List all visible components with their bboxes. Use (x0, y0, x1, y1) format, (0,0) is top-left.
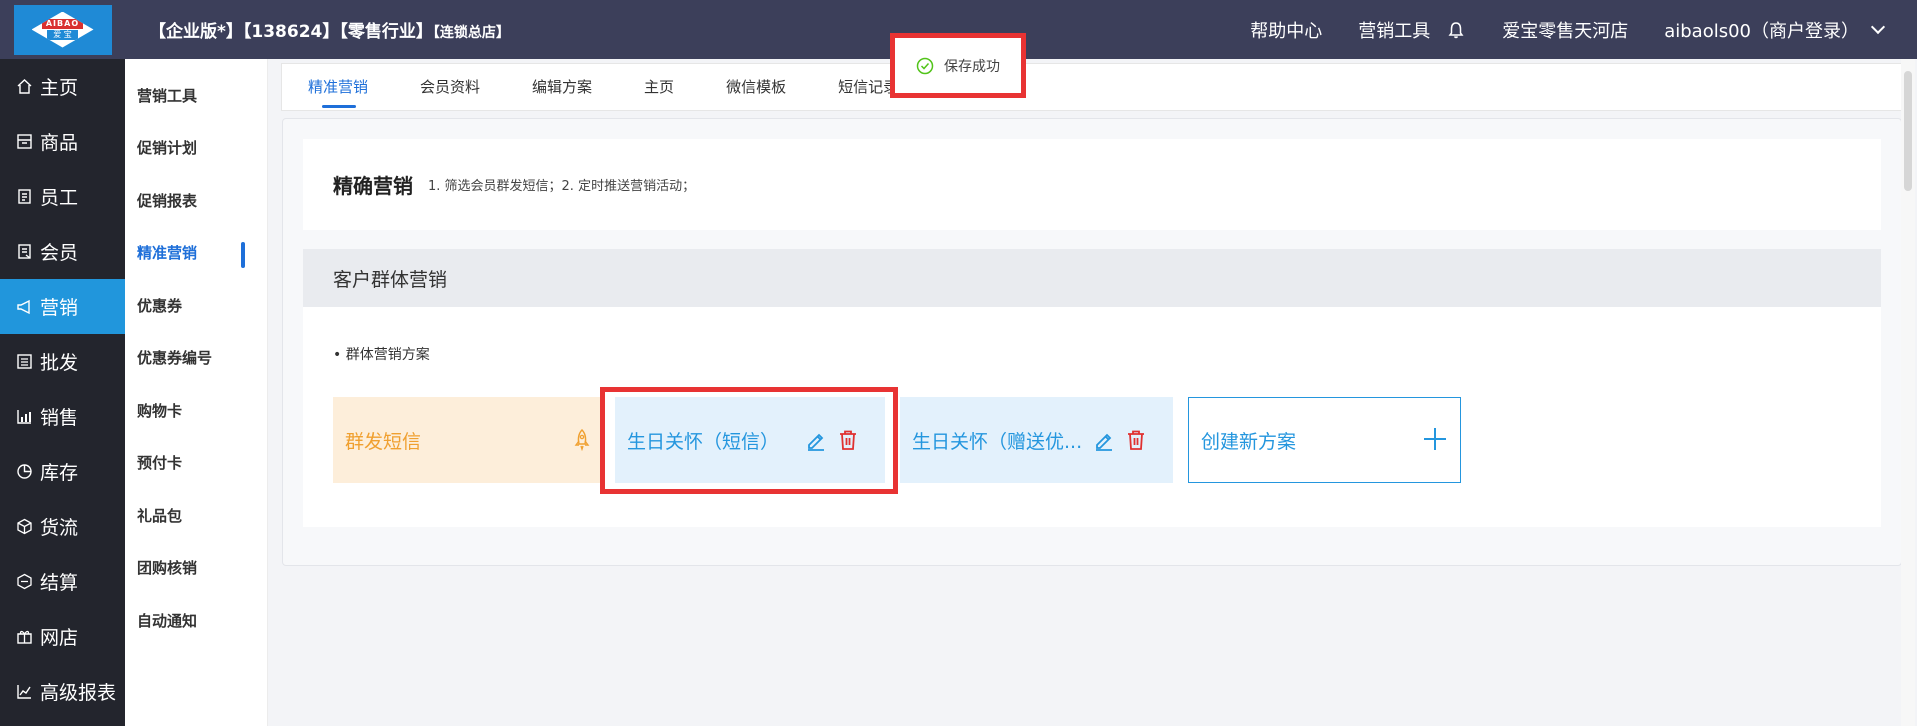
tab-precision-marketing[interactable]: 精准营销 (282, 62, 394, 110)
subnav-shopping-card[interactable]: 购物卡 (125, 384, 267, 437)
card-label: 创建新方案 (1201, 430, 1297, 453)
user-name: aibaols00（商户登录） (1664, 20, 1859, 42)
subnav-gift-pack[interactable]: 礼品包 (125, 489, 267, 542)
nav-item-goods[interactable]: 商品 (0, 114, 125, 169)
tab-home[interactable]: 主页 (618, 62, 700, 110)
nav-label: 高级报表 (40, 682, 117, 704)
subnav-coupon-number[interactable]: 优惠券编号 (125, 332, 267, 385)
megaphone-icon (16, 298, 33, 315)
store-type-label: 【连锁总店】 (432, 25, 510, 41)
user-menu[interactable]: aibaols00（商户登录） (1664, 17, 1886, 43)
subnav-precision-marketing[interactable]: 精准营销 (125, 227, 267, 280)
page-title: 精确营销 (333, 174, 413, 198)
nav-label: 库存 (40, 462, 79, 484)
report-line-icon (16, 683, 33, 700)
nav-label: 销售 (40, 407, 79, 429)
card-label: 生日关怀（赠送优... (912, 430, 1083, 453)
section-subtitle: • 群体营销方案 (333, 347, 430, 363)
wholesale-icon (16, 353, 33, 370)
nav-label: 主页 (40, 77, 79, 99)
nav-label: 会员 (40, 242, 79, 264)
mass-sms-card[interactable]: 群发短信 (333, 397, 603, 483)
nav-label: 员工 (40, 187, 79, 209)
nav-item-advanced-report[interactable]: 高级报表 (0, 664, 125, 719)
subnav-coupon[interactable]: 优惠券 (125, 279, 267, 332)
trash-icon[interactable] (837, 429, 859, 451)
nav-item-webstore[interactable]: 网店 (0, 609, 125, 664)
section-title: 客户群体营销 (303, 249, 1881, 307)
nav-item-logistics[interactable]: 货流 (0, 499, 125, 554)
edition-label: 【企业版*】【138624】【零售行业】 (149, 22, 433, 42)
edit-pencil-icon[interactable] (1093, 429, 1115, 451)
toast-text: 保存成功 (944, 58, 1000, 75)
help-center-link[interactable]: 帮助中心 (1250, 17, 1322, 43)
card-label: 生日关怀（短信） (627, 430, 780, 453)
intro-section: 精确营销 1. 筛选会员群发短信；2. 定时推送营销活动； (303, 139, 1881, 230)
plus-icon (1424, 428, 1446, 450)
subnav-auto-notify[interactable]: 自动通知 (125, 594, 267, 647)
home-icon (16, 78, 33, 95)
gift-store-icon (16, 628, 33, 645)
bell-icon[interactable] (1448, 21, 1464, 39)
check-circle-icon (916, 57, 934, 74)
stock-pie-icon (16, 463, 33, 480)
goods-icon (16, 133, 33, 150)
brand-logo[interactable]: AIBAO 爱 宝 (0, 0, 125, 59)
birthday-gift-card[interactable]: 生日关怀（赠送优... (900, 397, 1173, 483)
nav-item-sales[interactable]: 销售 (0, 389, 125, 444)
birthday-sms-card[interactable]: 生日关怀（短信） (615, 397, 885, 483)
nav-label: 商品 (40, 132, 79, 154)
customer-group-section: 客户群体营销 • 群体营销方案 群发短信 生日关怀（短信） 生日关怀（赠送优..… (303, 249, 1881, 527)
edit-pencil-icon[interactable] (805, 429, 827, 451)
page-description: 1. 筛选会员群发短信；2. 定时推送营销活动； (428, 179, 696, 194)
member-icon (16, 243, 33, 260)
logistics-icon (16, 518, 33, 535)
store-name[interactable]: 爱宝零售天河店 (1502, 17, 1628, 43)
logo-text-bottom: 爱 宝 (47, 30, 78, 40)
trash-icon[interactable] (1125, 429, 1147, 451)
rocket-icon (574, 429, 590, 451)
logo-text-top: AIBAO (41, 19, 84, 29)
nav-label: 结算 (40, 572, 79, 594)
subnav-promotion-plan[interactable]: 促销计划 (125, 122, 267, 175)
subnav-promotion-report[interactable]: 促销报表 (125, 174, 267, 227)
nav-label: 批发 (40, 352, 79, 374)
chevron-down-icon (1870, 19, 1886, 34)
settlement-icon (16, 573, 33, 590)
sales-chart-icon (16, 408, 33, 425)
tab-wechat-template[interactable]: 微信模板 (700, 62, 812, 110)
nav-item-wholesale[interactable]: 批发 (0, 334, 125, 389)
main-panel: 精确营销 1. 筛选会员群发短信；2. 定时推送营销活动； 客户群体营销 • 群… (282, 118, 1902, 566)
subnav-group-buy-verify[interactable]: 团购核销 (125, 542, 267, 595)
edition-info: 【企业版*】【138624】【零售行业】【连锁总店】 (149, 17, 510, 42)
card-label: 群发短信 (345, 430, 422, 453)
subnav-marketing-tools[interactable]: 营销工具 (125, 69, 267, 122)
nav-label: 营销 (40, 297, 79, 319)
tab-member-info[interactable]: 会员资料 (394, 62, 506, 110)
nav-label: 网店 (40, 627, 79, 649)
scrollbar-thumb[interactable] (1904, 71, 1912, 191)
page-scrollbar[interactable] (1901, 59, 1915, 726)
nav-item-staff[interactable]: 员工 (0, 169, 125, 224)
main-sidebar: 主页 商品 员工 会员 营销 批发 销售 库存 货流 结算 网店 高级报表 (0, 59, 125, 726)
marketing-subnav: 营销工具 促销计划 促销报表 精准营销 优惠券 优惠券编号 购物卡 预付卡 礼品… (125, 59, 268, 726)
nav-item-member[interactable]: 会员 (0, 224, 125, 279)
nav-item-stock[interactable]: 库存 (0, 444, 125, 499)
staff-icon (16, 188, 33, 205)
subnav-prepaid-card[interactable]: 预付卡 (125, 437, 267, 490)
nav-item-settlement[interactable]: 结算 (0, 554, 125, 609)
nav-item-marketing[interactable]: 营销 (0, 279, 125, 334)
marketing-tools-link[interactable]: 营销工具 (1358, 17, 1430, 43)
page-tabs: 精准营销 会员资料 编辑方案 主页 微信模板 短信记录 (281, 63, 1902, 111)
nav-label: 货流 (40, 517, 79, 539)
tab-edit-plan[interactable]: 编辑方案 (506, 62, 618, 110)
save-success-toast: 保存成功 (890, 33, 1026, 98)
create-new-plan-card[interactable]: 创建新方案 (1188, 397, 1461, 483)
nav-item-home[interactable]: 主页 (0, 59, 125, 114)
